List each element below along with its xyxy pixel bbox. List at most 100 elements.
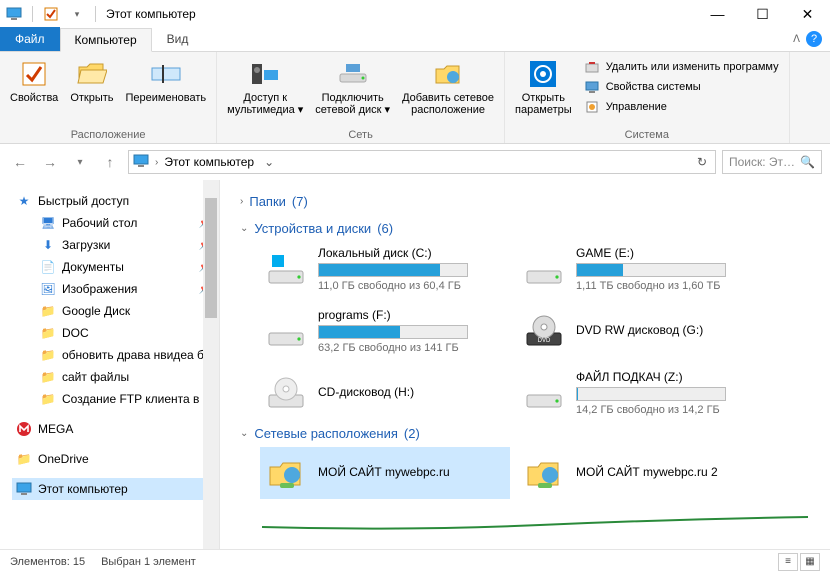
quick-access-label: Быстрый доступ [38,194,129,208]
drive-free: 11,0 ГБ свободно из 60,4 ГБ [318,280,506,292]
title-bar: ▾ Этот компьютер — ☐ ✕ [0,0,830,28]
sidebar-item-downloads[interactable]: ⬇Загрузки📌 [12,234,215,256]
help-icon[interactable]: ? [806,31,822,47]
drive-name: programs (F:) [318,308,506,322]
annotation-line [260,513,810,533]
window-title: Этот компьютер [106,7,196,21]
sidebar-scrollbar[interactable] [203,180,219,549]
thispc-icon [16,481,32,497]
map-drive-label: Подключитьсетевой диск ▾ [315,92,390,116]
address-bar[interactable]: › Этот компьютер ⌄ ↻ [128,150,716,174]
tab-computer[interactable]: Компьютер [60,28,152,52]
drive-item[interactable]: CD-дисковод (H:) [260,366,510,420]
rename-button[interactable]: Переименовать [122,56,211,106]
uninstall-icon [584,59,600,75]
status-bar: Элементов: 15 Выбран 1 элемент ≡ ▦ [0,549,830,573]
rename-icon [150,58,182,90]
open-settings-button[interactable]: Открытьпараметры [511,56,576,118]
properties-icon [18,58,50,90]
address-dropdown-icon[interactable]: ⌄ [260,155,278,169]
window-maximize-button[interactable]: ☐ [740,0,785,28]
manage-button[interactable]: Управление [580,98,783,116]
address-path[interactable]: Этот компьютер [164,155,254,169]
sidebar-item-nvidia[interactable]: 📁обновить драва нвидеа без л [12,344,215,366]
refresh-icon[interactable]: ↻ [693,155,711,169]
drive-icon [522,371,566,415]
drive-name: DVD RW дисковод (G:) [576,323,764,337]
open-label: Открыть [70,92,113,104]
tab-view[interactable]: Вид [152,27,204,51]
sidebar-item-sitefiles[interactable]: 📁сайт файлы [12,366,215,388]
drive-icon [264,371,308,415]
properties-label: Свойства [10,92,58,104]
media-access-button[interactable]: Доступ кмультимедиа ▾ [223,56,307,118]
drive-item[interactable]: GAME (E:) 1,11 ТБ свободно из 1,60 ТБ [518,242,768,296]
drive-free: 63,2 ГБ свободно из 141 ГБ [318,342,506,354]
section-folders[interactable]: › Папки (7) [240,188,822,215]
add-network-icon [432,58,464,90]
search-input[interactable]: Поиск: Эт… 🔍 [722,150,822,174]
tab-file[interactable]: Файл [0,27,60,51]
uninstall-program-button[interactable]: Удалить или изменить программу [580,58,783,76]
sidebar-item-thispc[interactable]: Этот компьютер [12,478,215,500]
add-network-location-button[interactable]: Добавить сетевоерасположение [398,56,498,118]
nav-forward-button[interactable]: → [38,150,62,174]
ribbon-collapse-icon[interactable]: ᐱ [793,34,800,45]
sidebar-item-onedrive[interactable]: 📁OneDrive [12,448,215,470]
status-selected: Выбран 1 элемент [101,556,196,568]
sidebar-item-ftp[interactable]: 📁Создание FTP клиента в про [12,388,215,410]
chevron-right-icon: › [155,157,158,168]
map-drive-button[interactable]: Подключитьсетевой диск ▾ [311,56,394,118]
section-network-locations[interactable]: ⌄ Сетевые расположения (2) [240,420,822,447]
drive-name: CD-дисковод (H:) [318,385,506,399]
drive-item[interactable]: Локальный диск (C:) 11,0 ГБ свободно из … [260,242,510,296]
drive-item[interactable]: programs (F:) 63,2 ГБ свободно из 141 ГБ [260,304,510,358]
network-location-item[interactable]: МОЙ САЙТ mywebpc.ru 2 [518,447,768,499]
sidebar-item-googledrive[interactable]: 📁Google Диск [12,300,215,322]
system-props-icon [584,79,600,95]
quick-access-root[interactable]: ★ Быстрый доступ [12,190,215,212]
open-button[interactable]: Открыть [66,56,117,106]
nav-recent-button[interactable]: ▾ [68,150,92,174]
open-settings-label: Открытьпараметры [515,92,572,116]
network-location-name: МОЙ САЙТ mywebpc.ru [318,465,506,479]
drive-icon: DVD [522,309,566,353]
drive-free: 14,2 ГБ свободно из 14,2 ГБ [576,404,764,416]
network-location-name: МОЙ САЙТ mywebpc.ru 2 [576,465,764,479]
folder-icon: 📁 [40,325,56,341]
sidebar-item-doc[interactable]: 📁DOC [12,322,215,344]
nav-back-button[interactable]: ← [8,150,32,174]
properties-button[interactable]: Свойства [6,56,62,106]
pictures-icon: 🖼 [40,281,56,297]
section-devices[interactable]: ⌄ Устройства и диски (6) [240,215,822,242]
sidebar-item-mega[interactable]: MEGA [12,418,215,440]
uninstall-label: Удалить или изменить программу [606,61,779,73]
navigation-pane: ★ Быстрый доступ 🖥Рабочий стол📌 ⬇Загрузк… [0,180,220,549]
window-minimize-button[interactable]: — [695,0,740,28]
settings-gear-icon [527,58,559,90]
rename-label: Переименовать [126,92,207,104]
media-label: Доступ кмультимедиа ▾ [227,92,303,116]
qat-thispc-icon[interactable] [4,4,24,24]
chevron-down-icon: ⌄ [240,428,248,439]
sidebar-item-desktop[interactable]: 🖥Рабочий стол📌 [12,212,215,234]
qat-dropdown-icon[interactable]: ▾ [67,4,87,24]
star-icon: ★ [16,193,32,209]
network-location-item[interactable]: МОЙ САЙТ mywebpc.ru [260,447,510,499]
view-large-icons-button[interactable]: ▦ [800,553,820,571]
system-properties-button[interactable]: Свойства системы [580,78,783,96]
add-network-label: Добавить сетевоерасположение [402,92,494,116]
window-close-button[interactable]: ✕ [785,0,830,28]
address-bar-row: ← → ▾ ↑ › Этот компьютер ⌄ ↻ Поиск: Эт… … [0,144,830,180]
group-location-label: Расположение [6,127,210,141]
drive-icon [522,247,566,291]
drive-item[interactable]: DVD DVD RW дисковод (G:) [518,304,768,358]
drive-item[interactable]: ФАЙЛ ПОДКАЧ (Z:) 14,2 ГБ свободно из 14,… [518,366,768,420]
sidebar-item-documents[interactable]: 📄Документы📌 [12,256,215,278]
view-details-button[interactable]: ≡ [778,553,798,571]
status-elements: Элементов: 15 [10,556,85,568]
sidebar-item-pictures[interactable]: 🖼Изображения📌 [12,278,215,300]
drive-name: ФАЙЛ ПОДКАЧ (Z:) [576,370,764,384]
qat-properties-icon[interactable] [41,4,61,24]
nav-up-button[interactable]: ↑ [98,150,122,174]
